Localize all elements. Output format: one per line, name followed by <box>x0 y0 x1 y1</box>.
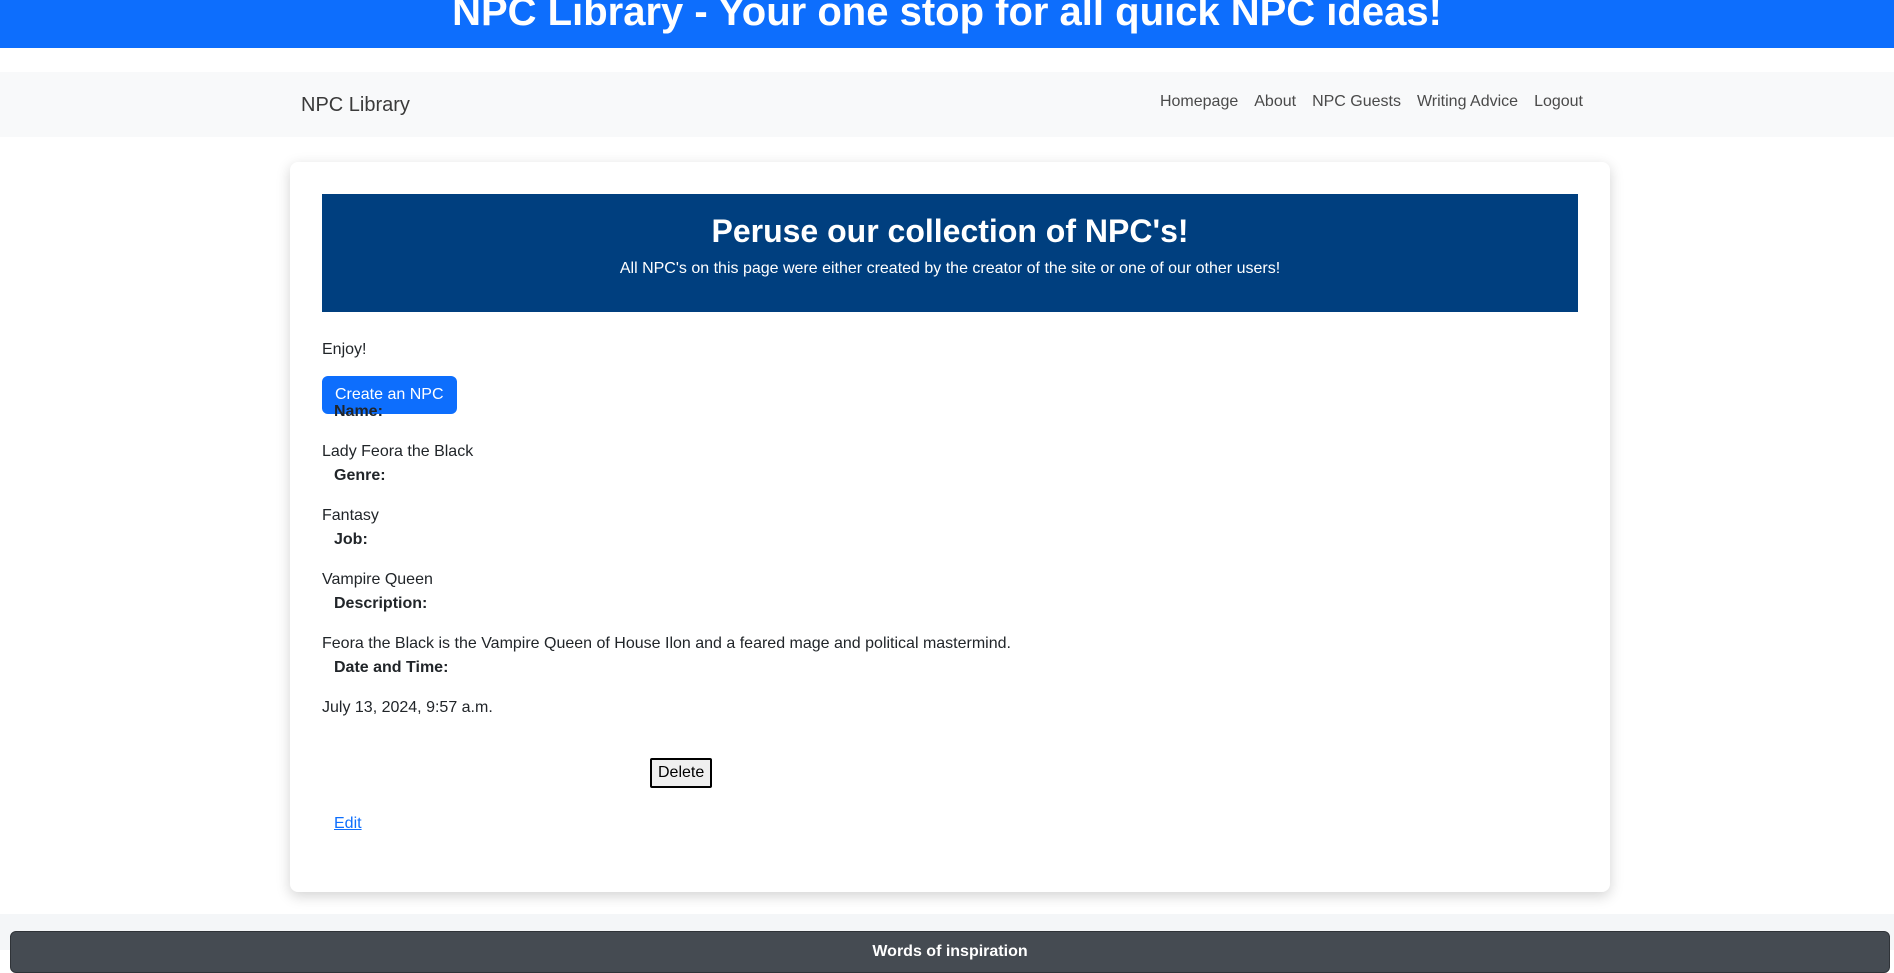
npc-card: Peruse our collection of NPC's! All NPC'… <box>290 162 1610 892</box>
description-label: Description: <box>334 595 428 612</box>
genre-label: Genre: <box>334 467 386 484</box>
name-label: Name: <box>334 403 383 420</box>
nav-link-npc-guests[interactable]: NPC Guests <box>1304 90 1409 114</box>
top-banner: NPC Library - Your one stop for all quic… <box>0 0 1894 48</box>
navbar-brand[interactable]: NPC Library <box>301 94 410 117</box>
job-label: Job: <box>334 531 368 548</box>
npc-job: Vampire Queen <box>322 571 433 588</box>
hero-subheading: All NPC's on this page were either creat… <box>619 260 1281 277</box>
datetime-label: Date and Time: <box>334 659 449 676</box>
edit-link[interactable]: Edit <box>334 812 362 836</box>
delete-button[interactable]: Delete <box>650 758 713 788</box>
footer-title: Words of inspiration <box>872 943 1028 960</box>
intro-text: Enjoy! <box>322 341 367 358</box>
hero-banner: Peruse our collection of NPC's! All NPC'… <box>322 194 1578 312</box>
npc-description: Feora the Black is the Vampire Queen of … <box>322 635 1011 652</box>
nav-link-writing-advice[interactable]: Writing Advice <box>1409 90 1526 114</box>
npc-datetime: July 13, 2024, 9:57 a.m. <box>322 699 493 716</box>
npc-genre: Fantasy <box>322 507 379 524</box>
nav-links: Homepage About NPC Guests Writing Advice… <box>1152 90 1591 114</box>
navbar: NPC Library Homepage About NPC Guests Wr… <box>0 72 1894 137</box>
nav-link-logout[interactable]: Logout <box>1526 90 1591 114</box>
nav-link-about[interactable]: About <box>1246 90 1304 114</box>
hero-heading: Peruse our collection of NPC's! <box>711 213 1189 249</box>
site-banner-title: NPC Library - Your one stop for all quic… <box>452 0 1442 34</box>
nav-link-homepage[interactable]: Homepage <box>1152 90 1246 114</box>
footer-box: Words of inspiration <box>10 931 1890 973</box>
npc-name: Lady Feora the Black <box>322 443 474 460</box>
